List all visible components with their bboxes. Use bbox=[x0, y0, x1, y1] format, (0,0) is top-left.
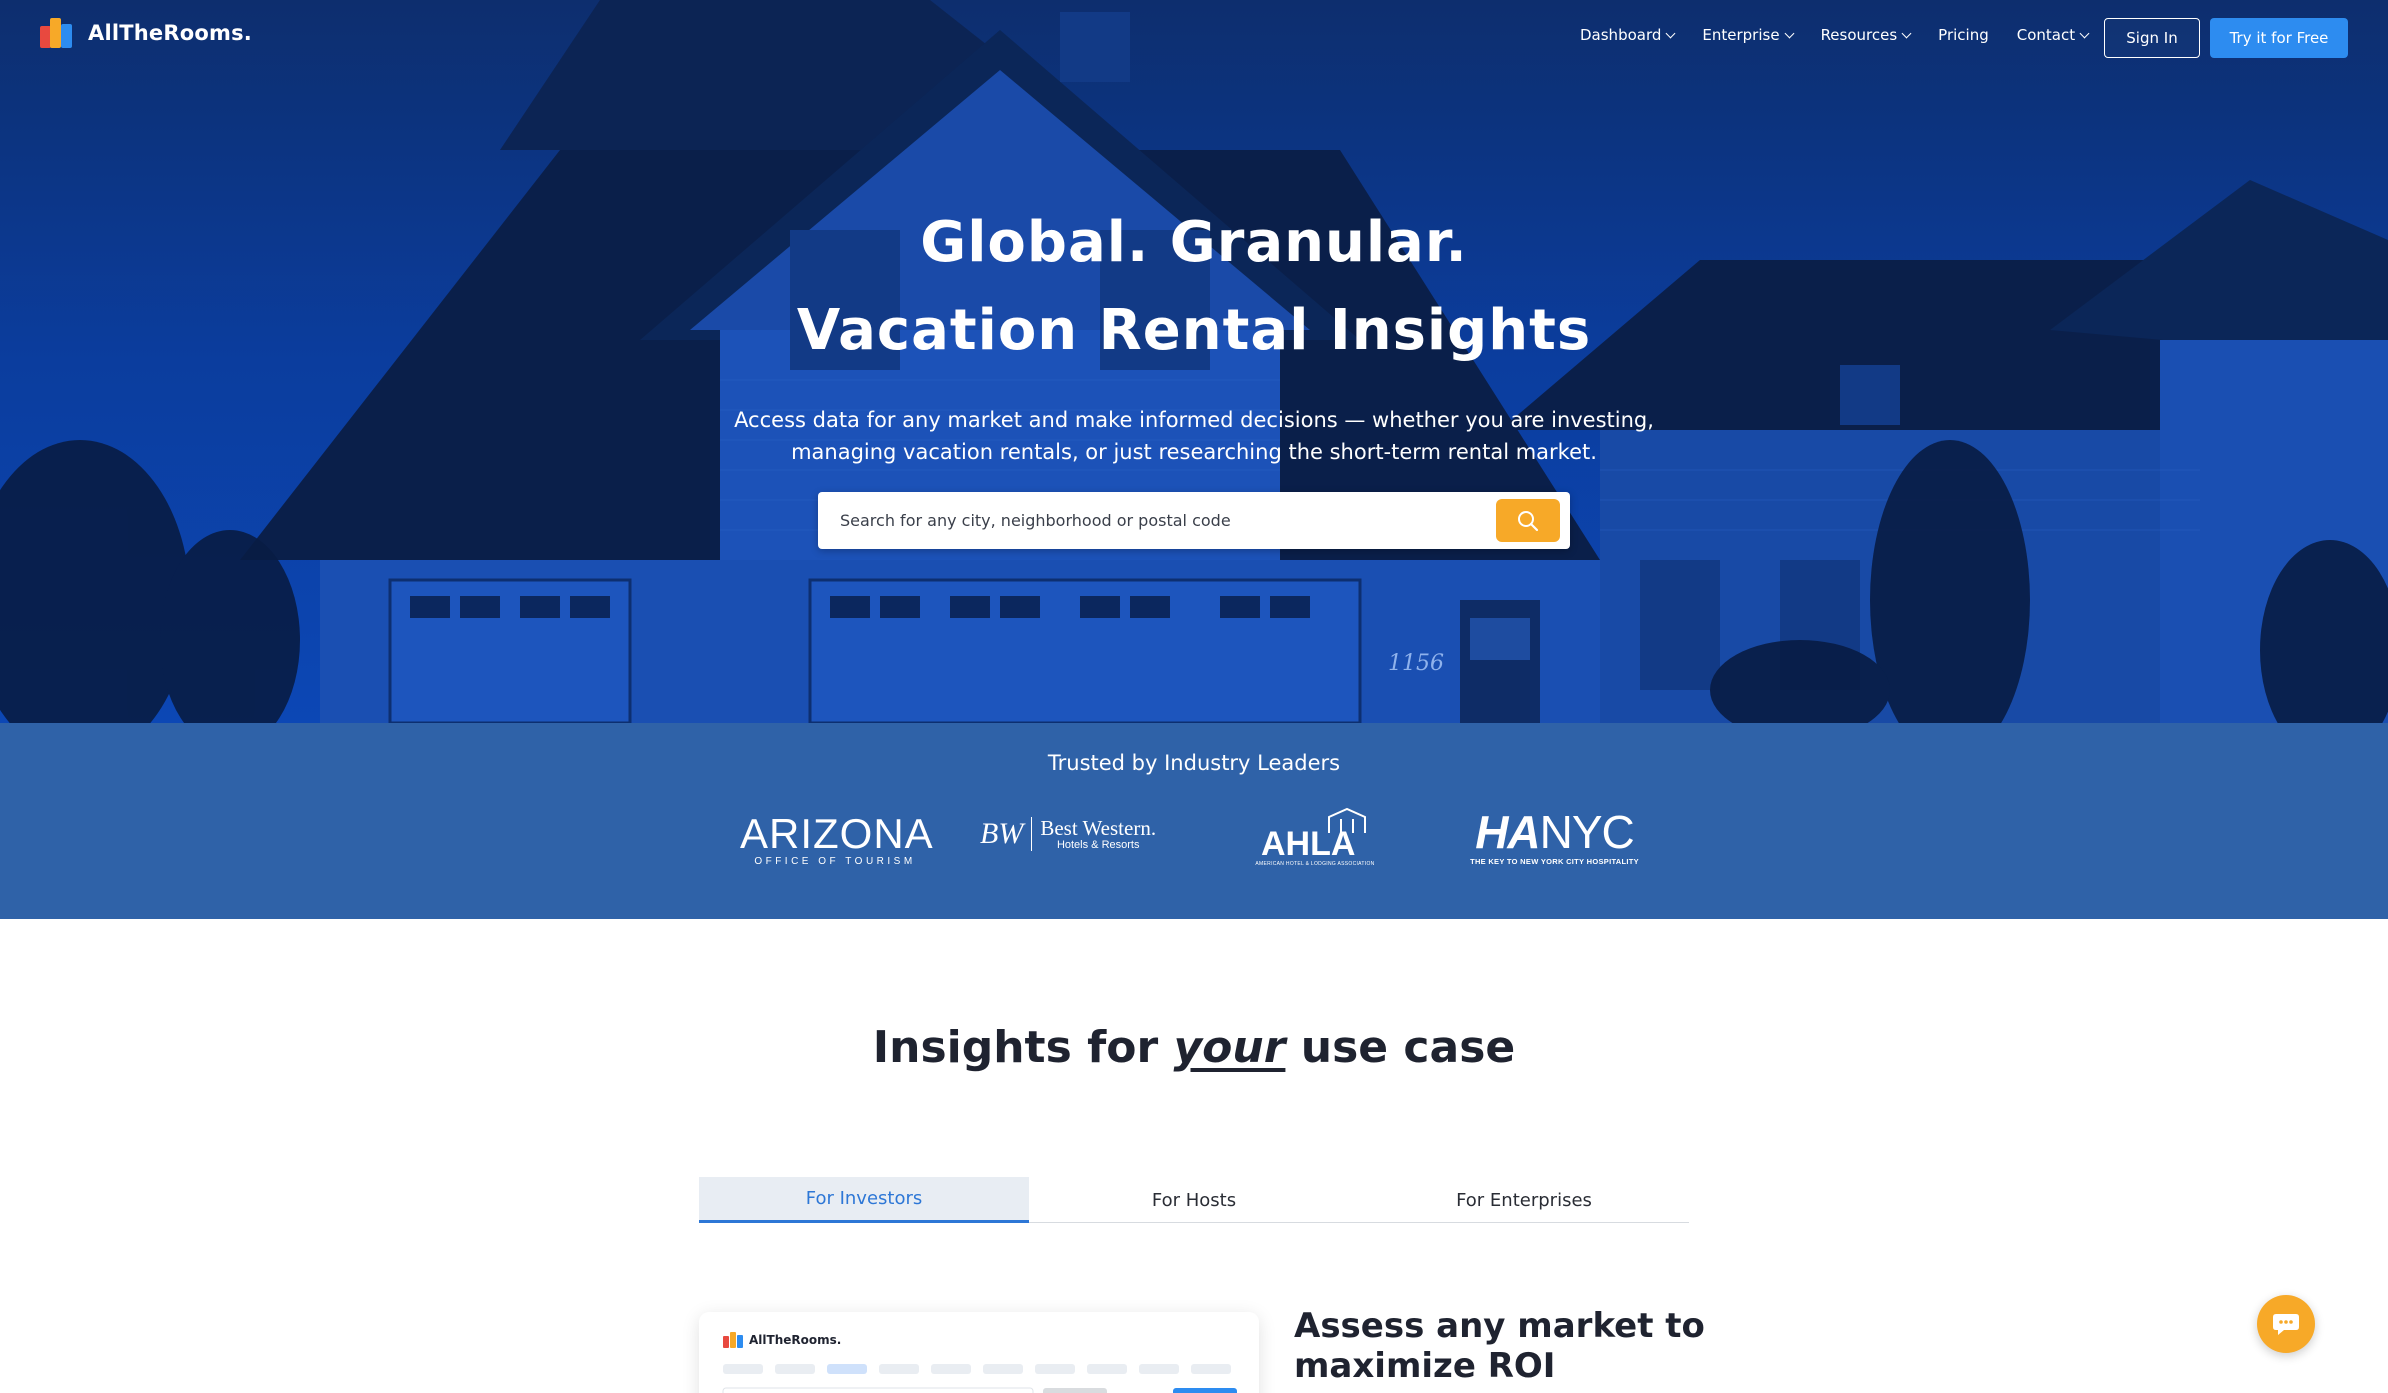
brand-logo[interactable]: AllTheRooms. bbox=[40, 18, 252, 48]
hanyc-logo: HANYC THE KEY TO NEW YORK CITY HOSPITALI… bbox=[1462, 809, 1647, 866]
tab-for-enterprises[interactable]: For Enterprises bbox=[1359, 1177, 1689, 1223]
best-western-logo: BW Best Western. Hotels & Resorts bbox=[980, 817, 1170, 851]
nav-item-label: Contact bbox=[2016, 26, 2076, 44]
best-western-main: Best Western. bbox=[1040, 816, 1157, 840]
insights-title-before: Insights for bbox=[872, 1022, 1174, 1073]
ahla-building-icon bbox=[1328, 807, 1366, 833]
svg-text:1156: 1156 bbox=[1388, 651, 1444, 676]
arizona-logo: ARIZONA OFFICE OF TOURISM bbox=[740, 810, 934, 868]
arizona-logo-main: ARIZONA bbox=[740, 810, 934, 857]
nav-item-label: Pricing bbox=[1938, 26, 1989, 44]
try-free-button[interactable]: Try it for Free bbox=[2210, 18, 2348, 58]
hero-subtitle-line1: Access data for any market and make info… bbox=[734, 408, 1654, 432]
hero-title-line2: Vacation Rental Insights bbox=[796, 298, 1592, 363]
section-heading-line1: Assess any market to bbox=[1294, 1306, 1705, 1346]
nav-item-dashboard[interactable]: Dashboard bbox=[1580, 26, 1676, 44]
trusted-by-section: Trusted by Industry Leaders ARIZONA OFFI… bbox=[0, 723, 2388, 919]
hero-subtitle-line2: managing vacation rentals, or just resea… bbox=[791, 440, 1597, 464]
logo-bars-icon bbox=[40, 18, 78, 48]
nav-item-label: Resources bbox=[1820, 26, 1898, 44]
chat-bubble-icon bbox=[2273, 1314, 2299, 1335]
ahla-logo: AHLA AMERICAN HOTEL & LODGING ASSOCIATIO… bbox=[1255, 807, 1375, 867]
hanyc-logo-ha: HA bbox=[1475, 806, 1540, 858]
preview-brand: AllTheRooms. bbox=[723, 1332, 841, 1348]
dashboard-preview-card: AllTheRooms. bbox=[699, 1312, 1259, 1393]
search-input[interactable] bbox=[840, 492, 1480, 549]
tab-for-investors[interactable]: For Investors bbox=[699, 1177, 1029, 1223]
chevron-down-icon bbox=[2079, 28, 2090, 38]
nav-links: Dashboard Enterprise Resources Pricing C… bbox=[1580, 26, 2116, 44]
partner-logos: ARIZONA OFFICE OF TOURISM BW Best Wester… bbox=[0, 807, 2388, 877]
nav-item-resources[interactable]: Resources bbox=[1820, 26, 1912, 44]
section-heading-line2: maximize ROI bbox=[1294, 1346, 1556, 1386]
search-button[interactable] bbox=[1496, 499, 1560, 542]
nav-item-contact[interactable]: Contact bbox=[2016, 26, 2090, 44]
hero-section: 1156 AllTheRooms. Dashboard Enterprise R… bbox=[0, 0, 2388, 723]
hero-subtitle: Access data for any market and make info… bbox=[694, 404, 1694, 468]
insights-title-after: use case bbox=[1285, 1022, 1516, 1073]
preview-toolbar-placeholder bbox=[722, 1364, 1237, 1393]
top-navbar: AllTheRooms. Dashboard Enterprise Resour… bbox=[0, 0, 2388, 76]
section-heading: Assess any market to maximize ROI bbox=[1294, 1306, 1714, 1386]
chat-widget-button[interactable] bbox=[2257, 1295, 2315, 1353]
hanyc-logo-sub: THE KEY TO NEW YORK CITY HOSPITALITY bbox=[1470, 857, 1639, 866]
trusted-by-title: Trusted by Industry Leaders bbox=[1047, 751, 1341, 775]
nav-item-label: Dashboard bbox=[1580, 26, 1662, 44]
sign-in-button[interactable]: Sign In bbox=[2104, 18, 2200, 58]
search-bar bbox=[818, 492, 1570, 549]
insights-title-emphasis: your bbox=[1173, 1022, 1286, 1073]
chevron-down-icon bbox=[1665, 28, 1676, 38]
logo-bars-icon bbox=[723, 1332, 743, 1348]
best-western-sub: Hotels & Resorts bbox=[1056, 839, 1140, 851]
chevron-down-icon bbox=[1901, 28, 1912, 38]
hanyc-logo-nyc: NYC bbox=[1539, 806, 1635, 858]
tab-for-hosts[interactable]: For Hosts bbox=[1029, 1177, 1359, 1223]
nav-item-label: Enterprise bbox=[1702, 26, 1780, 44]
nav-item-pricing[interactable]: Pricing bbox=[1938, 26, 1989, 44]
use-case-tabs: For Investors For Hosts For Enterprises bbox=[699, 1177, 1689, 1223]
arizona-logo-sub: OFFICE OF TOURISM bbox=[754, 856, 916, 867]
brand-name: AllTheRooms. bbox=[88, 21, 252, 45]
insights-title: Insights for your use case bbox=[0, 1022, 2388, 1073]
ahla-logo-sub: AMERICAN HOTEL & LODGING ASSOCIATION bbox=[1255, 861, 1375, 867]
chevron-down-icon bbox=[1784, 28, 1795, 38]
preview-brand-name: AllTheRooms. bbox=[749, 1333, 842, 1347]
best-western-mark: BW bbox=[980, 817, 1033, 851]
hero-title-line1: Global. Granular. bbox=[920, 210, 1468, 275]
search-icon bbox=[1518, 510, 1539, 531]
nav-item-enterprise[interactable]: Enterprise bbox=[1702, 26, 1795, 44]
